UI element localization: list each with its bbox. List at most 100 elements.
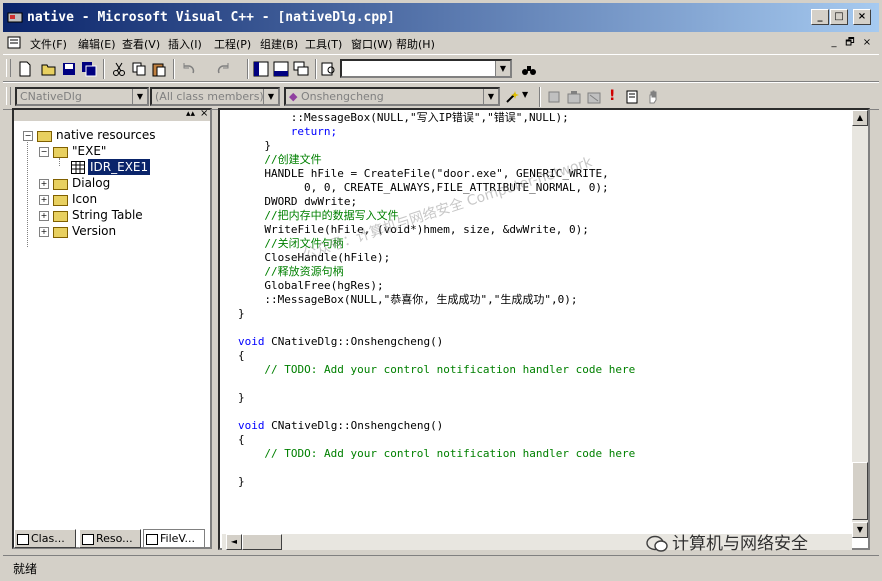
execute-icon[interactable]: ! [609,88,615,104]
close-button[interactable]: × [853,9,871,25]
app-icon[interactable] [7,10,23,24]
expand-icon[interactable]: + [39,211,49,221]
breakpoint-hand-icon[interactable] [645,89,661,105]
panel-close-icon[interactable]: × [200,108,208,119]
tree-folder-dialog[interactable]: Dialog [72,175,110,191]
scroll-thumb[interactable] [852,462,868,520]
members-combo[interactable]: (All class members) ▼ [150,87,280,106]
workspace-icon[interactable] [253,61,269,77]
toolbar-grip[interactable] [6,59,11,77]
class-combo[interactable]: CNativeDlg ▼ [15,87,149,106]
dropdown-arrow-icon[interactable]: ▼ [132,89,147,104]
code-line[interactable]: ::MessageBox(NULL,"写入IP错误","错误",NULL); [291,111,569,125]
tab-fileview[interactable]: FileV... [143,529,205,548]
save-all-icon[interactable] [81,61,97,77]
menu-build[interactable]: 组建(B) [260,36,298,52]
tree-item-idr-exe1[interactable]: IDR_EXE1 [88,159,151,175]
code-line[interactable]: ::MessageBox(NULL,"恭喜你, 生成成功","生成成功",0); [264,293,577,307]
output-icon[interactable] [273,61,289,77]
save-icon[interactable] [61,61,77,77]
tree-folder-version[interactable]: Version [72,223,116,239]
menu-window[interactable]: 窗口(W) [351,36,392,52]
menu-file[interactable]: 文件(F) [30,36,67,52]
folder-icon [53,195,68,206]
function-combo[interactable]: ◆ Onshengcheng ▼ [284,87,500,106]
minimize-button[interactable]: _ [811,9,829,25]
expand-icon[interactable]: + [39,179,49,189]
tree-root[interactable]: native resources [56,127,155,143]
fileview-icon [146,533,158,545]
menu-view[interactable]: 查看(V) [122,36,160,52]
class-combo-value: CNativeDlg [20,90,82,103]
expand-icon[interactable]: + [39,227,49,237]
paste-icon[interactable] [151,61,167,77]
go-icon[interactable] [625,89,641,105]
dropdown-arrow-icon[interactable]: ▼ [522,90,528,99]
function-icon: ◆ [289,90,298,103]
toolbar-grip[interactable] [6,87,11,105]
menu-help[interactable]: 帮助(H) [396,36,435,52]
code-line[interactable]: WriteFile(hFile, (void*)hmem, size, &dwW… [264,223,589,237]
code-line[interactable]: { [238,349,245,363]
dropdown-arrow-icon[interactable]: ▼ [483,89,498,104]
build-compile-icon[interactable] [546,89,562,105]
code-line[interactable]: void CNativeDlg::Onshengcheng() [238,419,443,433]
mdi-restore-button[interactable]: 🗗 [843,37,857,49]
tab-classview[interactable]: Clas... [14,529,76,548]
dropdown-arrow-icon[interactable]: ▼ [495,61,510,76]
collapse-icon[interactable]: − [39,147,49,157]
tree-folder-exe[interactable]: "EXE" [72,143,106,159]
redo-icon[interactable] [215,61,231,77]
code-line[interactable]: } [238,307,245,321]
code-line[interactable]: GlobalFree(hgRes); [264,279,383,293]
cut-icon[interactable] [111,61,127,77]
undo-icon[interactable] [181,61,197,77]
scroll-down-icon[interactable]: ▼ [852,522,868,538]
maximize-button[interactable]: □ [830,9,848,25]
collapse-icon[interactable]: − [23,131,33,141]
code-line[interactable]: { [238,433,245,447]
resource-grid-icon [71,161,85,174]
vertical-scrollbar[interactable]: ▲ ▼ [852,110,868,538]
title-bar[interactable]: native - Microsoft Visual C++ - [nativeD… [3,3,879,32]
code-line[interactable]: DWORD dwWrite; [264,195,357,209]
window-list-icon[interactable] [293,61,309,77]
new-file-icon[interactable] [17,61,33,77]
find-in-files-icon[interactable] [321,61,337,77]
scroll-left-icon[interactable]: ◄ [226,534,242,550]
wizard-action-icon[interactable] [504,89,520,105]
mdi-close-button[interactable]: × [860,37,874,49]
menu-tools[interactable]: 工具(T) [305,36,342,52]
tree-folder-string-table[interactable]: String Table [72,207,143,223]
code-line[interactable]: } [238,475,245,489]
expand-icon[interactable]: + [39,195,49,205]
panel-dock-grip[interactable]: ▴▴ [186,109,195,119]
document-icon[interactable] [7,36,21,49]
build-icon[interactable] [566,89,582,105]
open-folder-icon[interactable] [41,61,57,77]
menu-bar: 文件(F) 编辑(E) 查看(V) 插入(I) 工程(P) 组建(B) 工具(T… [3,32,879,54]
copy-icon[interactable] [131,61,147,77]
dropdown-arrow-icon[interactable]: ▼ [263,89,278,104]
tab-resourceview[interactable]: Reso... [79,529,141,548]
folder-icon [53,227,68,238]
menu-project[interactable]: 工程(P) [214,36,251,52]
scroll-thumb[interactable] [242,534,282,550]
scroll-up-icon[interactable]: ▲ [852,110,868,126]
menu-insert[interactable]: 插入(I) [168,36,202,52]
find-binoculars-icon[interactable] [521,61,537,77]
mdi-minimize-button[interactable]: _ [827,37,841,49]
stop-build-icon[interactable] [586,89,602,105]
tree-folder-icon[interactable]: Icon [72,191,97,207]
code-line[interactable]: } [264,139,271,153]
code-line[interactable]: //创建文件 [264,153,321,167]
code-line[interactable]: // TODO: Add your control notification h… [264,363,635,377]
keyword-void: void [238,419,265,432]
code-line[interactable]: // TODO: Add your control notification h… [264,447,635,461]
code-line[interactable]: return; [291,125,337,139]
menu-edit[interactable]: 编辑(E) [78,36,116,52]
code-line[interactable]: } [238,391,245,405]
code-line[interactable]: //释放资源句柄 [264,265,343,279]
find-combo[interactable]: ▼ [340,59,512,78]
code-line[interactable]: void CNativeDlg::Onshengcheng() [238,335,443,349]
